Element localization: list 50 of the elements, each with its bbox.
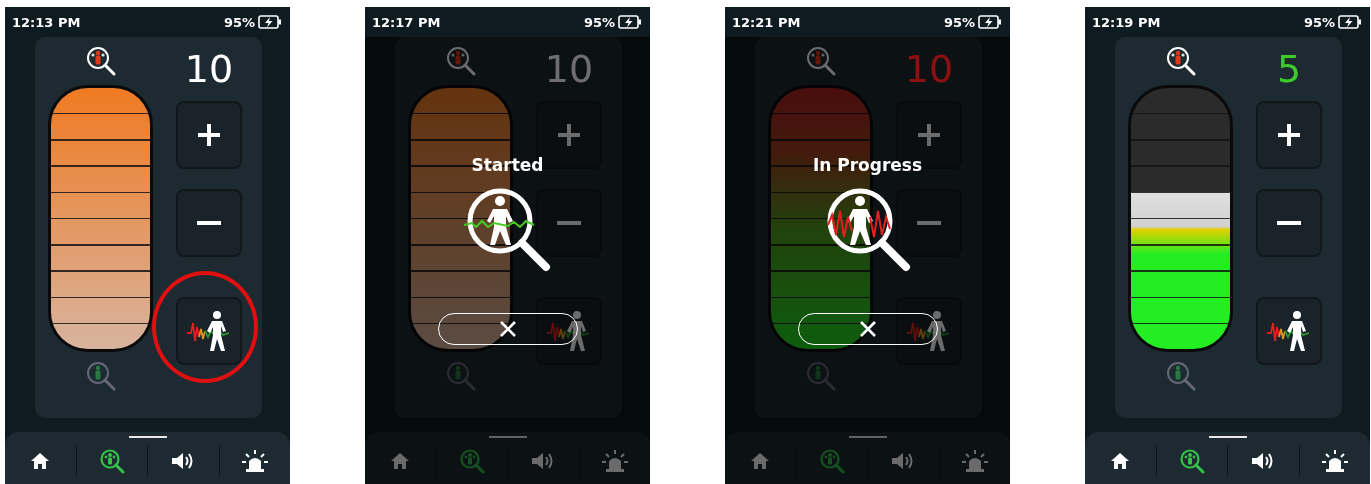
home-icon [30,452,51,470]
alarm-light-icon [240,449,269,473]
person-search-icon[interactable] [1164,45,1197,77]
scan-button[interactable] [176,297,242,365]
minus-icon [557,221,581,225]
increase-button[interactable] [176,101,242,169]
status-time: 12:19 PM [1092,14,1161,30]
people-search-icon [458,448,485,474]
count-value: 10 [544,46,594,93]
count-value: 10 [904,46,954,93]
battery-charging-icon [978,15,1002,29]
status-time: 12:21 PM [732,14,801,30]
overlay-status-title: Started [471,155,544,175]
scan-button[interactable] [536,297,602,365]
count-value: 5 [1276,46,1302,93]
minus-icon [1277,221,1301,225]
battery-percent: 95% [1303,14,1335,30]
increase-button[interactable] [1256,101,1322,169]
close-icon [498,320,517,338]
minus-icon [917,221,941,225]
alarm-light-icon [600,449,629,473]
plus-icon [556,122,582,148]
scan-button[interactable] [896,297,962,365]
battery-charging-icon [618,15,642,29]
battery-charging-icon [258,15,282,29]
decrease-button[interactable] [1256,189,1322,257]
people-search-icon [1178,448,1205,474]
people-search-icon [98,448,125,474]
minus-icon [197,221,221,225]
home-icon [1110,452,1131,470]
plus-icon [1276,122,1302,148]
status-time: 12:13 PM [12,14,81,30]
alarm-light-icon [1320,449,1349,473]
home-icon [390,452,411,470]
close-icon [858,320,877,338]
home-icon [750,452,771,470]
count-value: 10 [184,46,234,93]
people-search-icon [818,448,845,474]
alarm-light-icon [960,449,989,473]
plus-icon [196,122,222,148]
battery-charging-icon [1338,15,1362,29]
battery-percent: 95% [223,14,255,30]
status-time: 12:17 PM [372,14,441,30]
overlay-status-title: In Progress [812,155,923,175]
plus-icon [916,122,942,148]
battery-percent: 95% [943,14,975,30]
scan-button[interactable] [1256,297,1322,365]
decrease-button[interactable] [176,189,242,257]
person-search-icon[interactable] [84,45,117,77]
battery-percent: 95% [583,14,615,30]
